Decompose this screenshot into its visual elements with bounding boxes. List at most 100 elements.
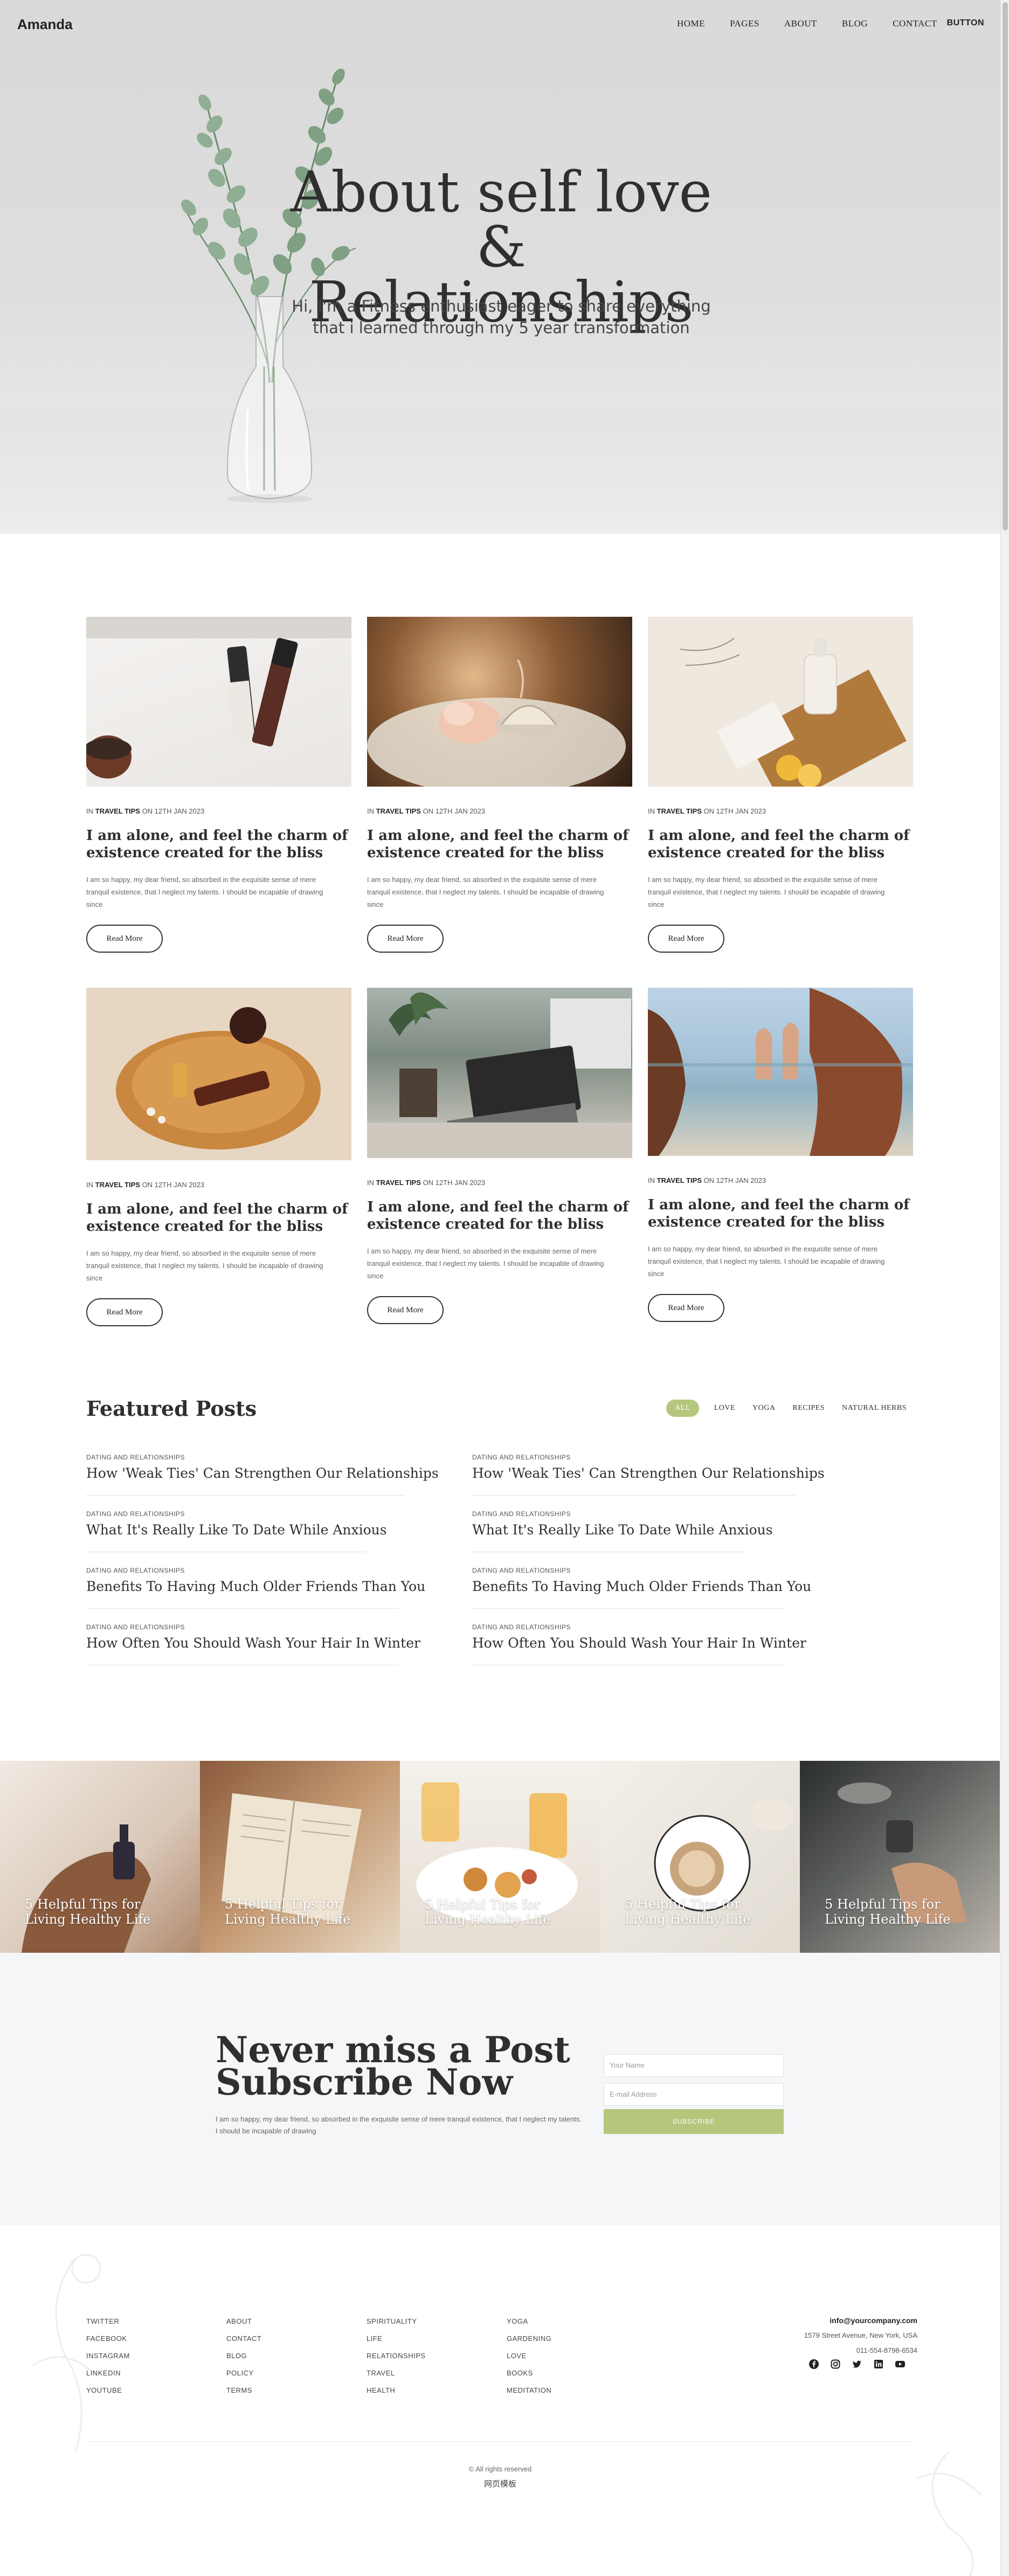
footer-link-about[interactable]: ABOUT [226,2313,261,2330]
read-more-button[interactable]: Read More [367,925,444,953]
footer-link-health[interactable]: HEALTH [367,2382,426,2399]
email-input[interactable]: E-mail Address [604,2083,784,2106]
post-image-soap[interactable] [648,617,913,787]
footer-link-twitter[interactable]: TWITTER [86,2313,130,2330]
post-category[interactable]: TRAVEL TIPS [376,1179,421,1187]
featured-title: Featured Posts [86,1396,257,1421]
nav-contact[interactable]: CONTACT [893,18,937,29]
featured-category[interactable]: DATING AND RELATIONSHIPS [472,1567,796,1574]
footer-email[interactable]: info@yourcompany.com [804,2313,917,2328]
footer-link-contact[interactable]: CONTACT [226,2330,261,2347]
post-title[interactable]: I am alone, and feel the charm of existe… [367,1199,632,1233]
linkedin-icon[interactable] [873,2359,884,2370]
tip-title[interactable]: 5 Helpful Tips for Living Healthy Life [625,1897,765,1927]
tip-card[interactable]: 5 Helpful Tips for Living Healthy Life [800,1761,1000,1953]
nav-pages[interactable]: PAGES [730,18,759,29]
name-input[interactable]: Your Name [604,2054,784,2077]
featured-post-title[interactable]: How Often You Should Wash Your Hair In W… [472,1635,806,1651]
tips-strip: 5 Helpful Tips for Living Healthy Life 5… [0,1761,1000,1953]
featured-category[interactable]: DATING AND RELATIONSHIPS [86,1510,410,1518]
tip-card[interactable]: 5 Helpful Tips for Living Healthy Life [600,1761,800,1953]
post-image-wooden-bowl[interactable] [86,988,351,1160]
post-category[interactable]: TRAVEL TIPS [657,807,702,815]
filter-natural-herbs[interactable]: NATURAL HERBS [842,1404,907,1413]
nav-blog[interactable]: BLOG [842,18,868,29]
footer-link-relationships[interactable]: RELATIONSHIPS [367,2347,426,2365]
footer-address: 1579 Street Avenue, New York, USA [804,2331,917,2339]
twitter-icon[interactable] [852,2359,862,2370]
featured-category[interactable]: DATING AND RELATIONSHIPS [472,1510,796,1518]
post-title[interactable]: I am alone, and feel the charm of existe… [367,827,632,862]
post-image-cosmetics[interactable] [86,617,351,787]
read-more-button[interactable]: Read More [648,1294,724,1322]
scrollbar-thumb[interactable] [1003,2,1008,531]
youtube-icon[interactable] [895,2359,906,2370]
featured-post-title[interactable]: How Often You Should Wash Your Hair In W… [86,1635,420,1651]
post-title[interactable]: I am alone, and feel the charm of existe… [86,827,351,862]
header-button[interactable]: BUTTON [947,18,984,29]
footer-link-facebook[interactable]: FACEBOOK [86,2330,130,2347]
post-image-laptop[interactable] [367,988,632,1158]
featured-category[interactable]: DATING AND RELATIONSHIPS [86,1454,410,1461]
post-image-beach[interactable] [648,988,913,1156]
featured-category[interactable]: DATING AND RELATIONSHIPS [86,1567,410,1574]
footer-link-meditation[interactable]: MEDITATION [507,2382,551,2399]
featured-post-title[interactable]: Benefits To Having Much Older Friends Th… [472,1579,811,1594]
read-more-button[interactable]: Read More [367,1296,444,1324]
post-title[interactable]: I am alone, and feel the charm of existe… [648,827,913,862]
tip-title[interactable]: 5 Helpful Tips for Living Healthy Life [225,1897,365,1927]
featured-post-title[interactable]: How 'Weak Ties' Can Strengthen Our Relat… [472,1465,825,1481]
featured-post-title[interactable]: What It's Really Like To Date While Anxi… [86,1522,410,1538]
tip-card[interactable]: 5 Helpful Tips for Living Healthy Life [200,1761,400,1953]
featured-post-title[interactable]: What It's Really Like To Date While Anxi… [472,1522,796,1538]
instagram-icon[interactable] [830,2359,841,2370]
footer-link-terms[interactable]: TERMS [226,2382,261,2399]
footer-link-spirituality[interactable]: SPIRITUALITY [367,2313,426,2330]
tip-card[interactable]: 5 Helpful Tips for Living Healthy Life [400,1761,600,1953]
featured-post-title[interactable]: How 'Weak Ties' Can Strengthen Our Relat… [86,1465,439,1481]
post-category[interactable]: TRAVEL TIPS [657,1176,702,1184]
filter-all[interactable]: ALL [666,1400,699,1417]
footer-link-yoga[interactable]: YOGA [507,2313,551,2330]
tip-card[interactable]: 5 Helpful Tips for Living Healthy Life [0,1761,200,1953]
tip-title[interactable]: 5 Helpful Tips for Living Healthy Life [425,1897,565,1927]
featured-category[interactable]: DATING AND RELATIONSHIPS [472,1454,796,1461]
nav-about[interactable]: ABOUT [784,18,817,29]
tip-title[interactable]: 5 Helpful Tips for Living Healthy Life [825,1897,965,1927]
footer-link-books[interactable]: BOOKS [507,2365,551,2382]
nav-home[interactable]: HOME [677,18,705,29]
featured-category[interactable]: DATING AND RELATIONSHIPS [472,1623,796,1631]
filter-recipes[interactable]: RECIPES [793,1404,825,1413]
footer-col-social: TWITTER FACEBOOK INSTAGRAM LINKEDIN YOUT… [86,2313,130,2399]
filter-yoga[interactable]: YOGA [752,1404,775,1413]
featured-category[interactable]: DATING AND RELATIONSHIPS [86,1623,410,1631]
page-scrollbar[interactable] [1000,0,1009,2576]
facebook-icon[interactable] [808,2359,819,2370]
post-meta: IN TRAVEL TIPS ON 12TH JAN 2023 [86,807,205,815]
footer-link-policy[interactable]: POLICY [226,2365,261,2382]
read-more-button[interactable]: Read More [648,925,724,953]
subscribe-button[interactable]: SUBSCRIBE [604,2109,784,2134]
post-category[interactable]: TRAVEL TIPS [95,1181,140,1189]
footer-link-travel[interactable]: TRAVEL [367,2365,426,2382]
footer-link-love[interactable]: LOVE [507,2347,551,2365]
post-title[interactable]: I am alone, and feel the charm of existe… [648,1196,913,1231]
footer-credit[interactable]: 网页模板 [0,2478,1000,2489]
tip-title[interactable]: 5 Helpful Tips for Living Healthy Life [25,1897,165,1927]
post-category[interactable]: TRAVEL TIPS [376,807,421,815]
post-image-tea[interactable] [367,617,632,787]
site-logo[interactable]: Amanda [17,16,73,33]
filter-love[interactable]: LOVE [714,1404,735,1413]
footer-link-linkedin[interactable]: LINKEDIN [86,2365,130,2382]
footer-link-life[interactable]: LIFE [367,2330,426,2347]
footer-link-blog[interactable]: BLOG [226,2347,261,2365]
featured-post-title[interactable]: Benefits To Having Much Older Friends Th… [86,1579,425,1594]
read-more-button[interactable]: Read More [86,925,163,953]
footer-link-gardening[interactable]: GARDENING [507,2330,551,2347]
footer-link-youtube[interactable]: YOUTUBE [86,2382,130,2399]
post-category[interactable]: TRAVEL TIPS [95,807,140,815]
read-more-button[interactable]: Read More [86,1298,163,1326]
footer-link-instagram[interactable]: INSTAGRAM [86,2347,130,2365]
footer-phone[interactable]: 011-554-8798-6534 [804,2343,917,2358]
post-title[interactable]: I am alone, and feel the charm of existe… [86,1201,351,1235]
